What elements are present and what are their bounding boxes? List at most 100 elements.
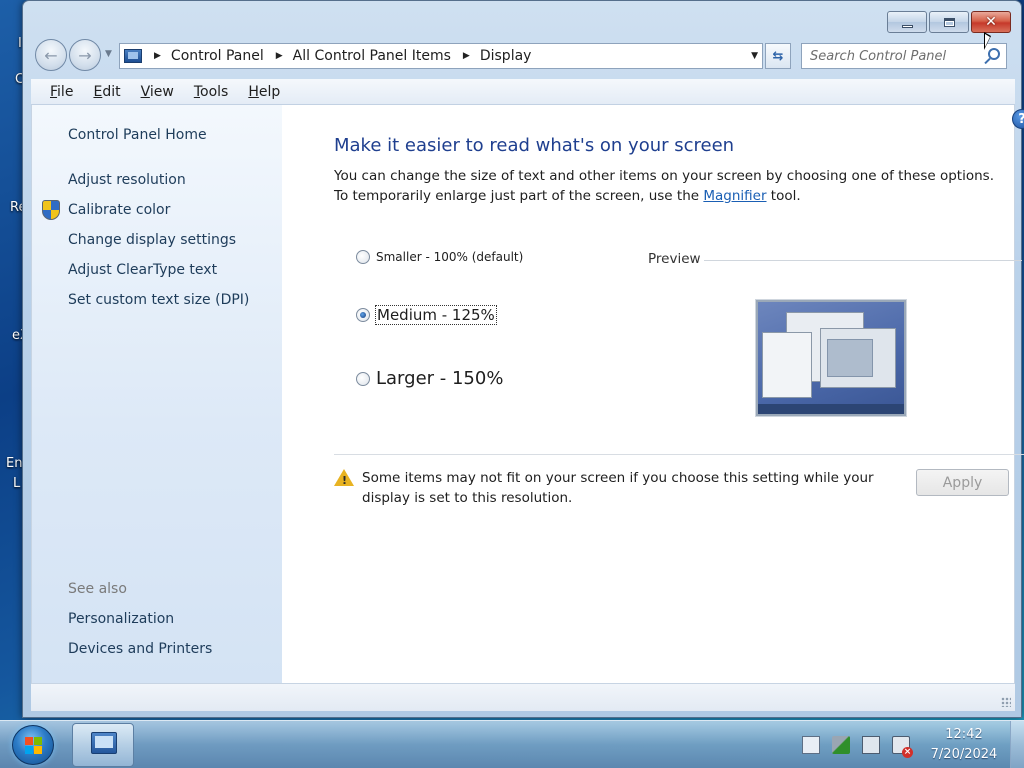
recent-pages-dropdown[interactable]: ▼ [105,49,112,59]
option-medium[interactable]: Medium - 125% [356,305,497,325]
desktop-icon-label[interactable]: En [6,456,22,471]
back-button[interactable]: ← [35,39,67,71]
breadcrumb-arrow-icon[interactable]: ▶ [463,51,470,61]
magnifier-link[interactable]: Magnifier [703,188,766,204]
warning-icon-mark: ! [342,474,348,487]
desktop-strip: I C Re eX En L [0,0,29,720]
page-description: You can change the size of text and othe… [334,166,1004,206]
breadcrumb-arrow-icon[interactable]: ▶ [276,51,283,61]
menu-label: ile [57,83,74,100]
menu-file[interactable]: File [49,82,74,102]
caption-buttons: ✕ [887,11,1011,33]
network-icon[interactable] [862,736,880,754]
minimize-icon [901,24,913,28]
menu-help[interactable]: Help [247,82,281,102]
menu-accelerator: H [248,83,259,100]
breadcrumb-all-items[interactable]: All Control Panel Items [293,48,451,64]
resize-grip[interactable] [1001,697,1011,707]
breadcrumb-control-panel[interactable]: Control Panel [171,48,264,64]
preview-divider [704,260,1022,261]
menu-edit[interactable]: Edit [92,82,121,102]
menu-label: ools [200,83,229,100]
preview-window [820,328,896,388]
breadcrumb-display[interactable]: Display [480,48,532,64]
task-sidebar: Control Panel Home Adjust resolution Cal… [32,105,282,683]
forward-button[interactable]: → [69,39,101,71]
sidebar-link-personalization[interactable]: Personalization [68,611,174,627]
menu-label: dit [102,83,121,100]
control-panel-window: ✕ ← → ▼ ▶ Control Panel ▶ All Control Pa… [22,0,1024,718]
option-label[interactable]: Smaller - 100% (default) [376,250,523,264]
menu-accelerator: F [50,83,58,100]
main-panel: ? Make it easier to read what's on your … [312,105,1024,683]
control-panel-icon [124,49,142,63]
menu-accelerator: E [93,83,103,100]
show-desktop-button[interactable] [1010,721,1024,768]
address-dropdown-icon[interactable]: ▼ [751,51,758,61]
maximize-icon [943,17,955,27]
preview-window [762,332,812,398]
option-label[interactable]: Larger - 150% [376,368,503,389]
sidebar-link-cleartype[interactable]: Adjust ClearType text [68,262,217,278]
menu-bar: File Edit View Tools Help [31,79,1015,105]
volume-muted-icon[interactable] [892,736,913,758]
sidebar-link-home[interactable]: Control Panel Home [68,127,207,143]
action-center-icon[interactable] [802,736,820,754]
option-smaller[interactable]: Smaller - 100% (default) [356,250,523,264]
start-button[interactable] [12,725,54,765]
see-also-heading: See also [68,581,127,597]
tools-tray-icon[interactable] [832,736,850,754]
start-orb-icon [25,737,43,755]
breadcrumb-arrow-icon[interactable]: ▶ [154,51,161,61]
mouse-cursor [984,32,991,50]
refresh-icon: ⇆ [772,48,784,64]
address-bar[interactable]: ▶ Control Panel ▶ All Control Panel Item… [119,43,763,69]
uac-shield-icon [42,200,60,220]
maximize-button[interactable] [929,11,969,33]
status-bar [31,683,1015,711]
option-larger[interactable]: Larger - 150% [356,368,503,389]
taskbar: 12:42 7/20/2024 [0,720,1024,768]
back-icon: ← [44,45,58,65]
menu-accelerator: V [140,83,150,100]
page-title: Make it easier to read what's on your sc… [334,135,735,156]
clock-date: 7/20/2024 [930,747,998,762]
section-divider [334,454,1024,455]
sidebar-link-adjust-resolution[interactable]: Adjust resolution [68,172,186,188]
navigation-row: ← → ▼ ▶ Control Panel ▶ All Control Pane… [33,37,1013,75]
preview-taskbar [758,404,904,414]
forward-icon: → [78,45,92,65]
preview-window-content [827,339,873,377]
description-text: You can change the size of text and othe… [334,168,994,204]
refresh-button[interactable]: ⇆ [765,43,791,69]
clock-time: 12:42 [945,727,983,742]
sidebar-link-calibrate-color[interactable]: Calibrate color [68,202,170,218]
menu-label: iew [149,83,174,100]
close-icon: ✕ [985,14,997,30]
taskbar-control-panel-button[interactable] [72,723,134,767]
search-box [801,43,1007,69]
apply-button[interactable]: Apply [916,469,1009,496]
sidebar-link-custom-dpi[interactable]: Set custom text size (DPI) [68,292,249,308]
warning-text: Some items may not fit on your screen if… [362,470,874,506]
option-label[interactable]: Medium - 125% [375,305,497,325]
system-tray: 12:42 7/20/2024 [802,721,1024,768]
radio-larger[interactable] [356,371,370,386]
search-input[interactable] [810,48,980,64]
preview-image [756,300,906,416]
menu-tools[interactable]: Tools [193,82,230,102]
content-area: Control Panel Home Adjust resolution Cal… [31,105,1024,683]
radio-smaller[interactable] [356,250,370,264]
menu-view[interactable]: View [140,82,175,102]
minimize-button[interactable] [887,11,927,33]
sidebar-link-devices-printers[interactable]: Devices and Printers [68,641,212,657]
desktop-icon-label[interactable]: L [13,476,20,491]
close-button[interactable]: ✕ [971,11,1011,33]
description-text: tool. [766,188,801,204]
control-panel-task-icon [91,732,117,754]
clock[interactable]: 12:42 7/20/2024 [922,725,1006,765]
help-icon[interactable]: ? [1012,109,1024,129]
radio-medium[interactable] [356,308,370,322]
sidebar-link-change-display-settings[interactable]: Change display settings [68,232,236,248]
preview-label: Preview [648,251,701,267]
